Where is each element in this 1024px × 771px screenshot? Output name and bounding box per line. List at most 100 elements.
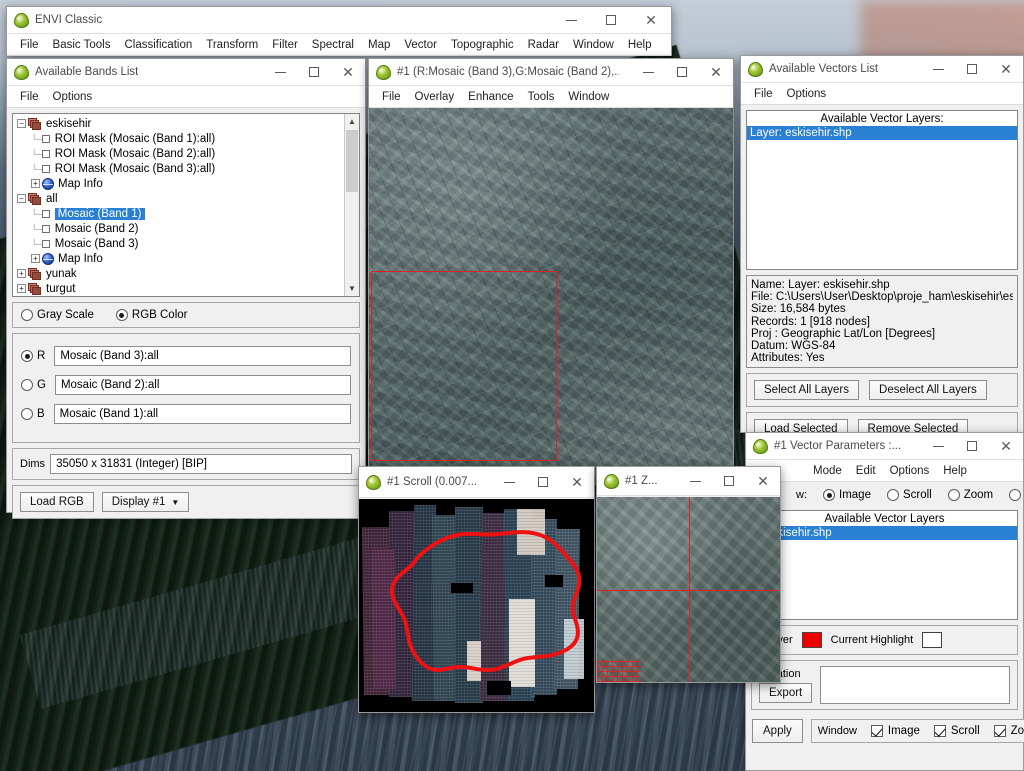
display-1-image-canvas[interactable] [369, 108, 733, 484]
display-menu-overlay[interactable]: Overlay [408, 89, 462, 105]
band-checkbox-icon[interactable] [41, 239, 50, 248]
minimize-button[interactable] [492, 467, 526, 497]
display-menu-enhance[interactable]: Enhance [461, 89, 520, 105]
maximize-button[interactable] [955, 56, 989, 82]
maximize-button[interactable] [712, 467, 746, 495]
bands-menu-options[interactable]: Options [46, 89, 100, 105]
close-button[interactable]: ✕ [699, 59, 733, 85]
load-rgb-button[interactable]: Load RGB [20, 492, 94, 512]
tree-item[interactable]: └─ Mosaic (Band 1) [13, 206, 359, 221]
scrollbar-thumb[interactable] [346, 130, 358, 192]
tree-item[interactable]: └─ ROI Mask (Mosaic (Band 2):all) [13, 146, 359, 161]
current-highlight-color-swatch[interactable] [922, 632, 943, 648]
vectors-menu-file[interactable]: File [747, 86, 780, 102]
menu-vector[interactable]: Vector [397, 37, 444, 53]
zoom-titlebar[interactable]: #1 Z... ✕ [597, 467, 780, 496]
tree-item[interactable]: + turgut [13, 281, 359, 296]
maximize-button[interactable] [297, 59, 331, 85]
maximize-button[interactable] [591, 7, 631, 33]
minimize-button[interactable] [263, 59, 297, 85]
select-all-layers-button[interactable]: Select All Layers [754, 380, 860, 401]
tree-item[interactable]: └─ ROI Mask (Mosaic (Band 3):all) [13, 161, 359, 176]
view-radio-off[interactable]: Off [1009, 489, 1024, 501]
channel-band-field-g[interactable]: Mosaic (Band 2):all [54, 375, 351, 395]
collapse-icon[interactable]: − [17, 119, 26, 128]
minimize-button[interactable] [551, 7, 591, 33]
band-checkbox-icon[interactable] [41, 134, 50, 143]
close-button[interactable]: ✕ [631, 7, 671, 33]
tree-item[interactable]: + Map Info [13, 251, 359, 266]
menu-transform[interactable]: Transform [199, 37, 265, 53]
band-checkbox-icon[interactable] [41, 224, 50, 233]
close-button[interactable]: ✕ [331, 59, 365, 85]
view-radio-zoom[interactable]: Zoom [947, 489, 993, 501]
view-radio-scroll[interactable]: Scroll [886, 489, 932, 501]
expand-icon[interactable]: + [31, 254, 40, 263]
vectors-titlebar[interactable]: Available Vectors List ✕ [741, 56, 1023, 83]
expand-icon[interactable]: + [17, 269, 26, 278]
close-button[interactable]: ✕ [560, 467, 594, 497]
display-menu-file[interactable]: File [375, 89, 408, 105]
window-check-zoom[interactable]: Zoom [993, 725, 1024, 737]
close-button[interactable]: ✕ [989, 433, 1023, 459]
maximize-button[interactable] [526, 467, 560, 497]
band-checkbox-icon[interactable] [41, 164, 50, 173]
tree-item[interactable]: └─ ROI Mask (Mosaic (Band 1):all) [13, 131, 359, 146]
minimize-button[interactable] [631, 59, 665, 85]
channel-band-field-b[interactable]: Mosaic (Band 1):all [53, 404, 351, 424]
display-select-dropdown[interactable]: Display #1 ▼ [101, 492, 190, 512]
collapse-icon[interactable]: − [17, 194, 26, 203]
apply-button[interactable]: Apply [752, 719, 803, 743]
tree-item[interactable]: − all [13, 191, 359, 206]
scroll-up-icon[interactable]: ▲ [345, 114, 359, 129]
zoom-region-box[interactable] [371, 271, 557, 461]
envi-main-titlebar[interactable]: ENVI Classic ✕ [7, 7, 671, 34]
vparams-menu-mode[interactable]: Mode [806, 463, 849, 479]
tree-item[interactable]: └─ Mosaic (Band 2) [13, 221, 359, 236]
expand-icon[interactable]: + [31, 179, 40, 188]
bands-menu-file[interactable]: File [13, 89, 46, 105]
window-check-scroll[interactable]: Scroll [933, 725, 980, 737]
minimize-button[interactable] [921, 56, 955, 82]
channel-radio-g[interactable]: G [21, 379, 46, 391]
vparams-menu-help[interactable]: Help [936, 463, 974, 479]
menu-topographic[interactable]: Topographic [444, 37, 521, 53]
menu-classification[interactable]: Classification [118, 37, 200, 53]
tree-item[interactable]: − eskisehir [13, 116, 359, 131]
tree-item[interactable]: + yunak [13, 266, 359, 281]
tree-item[interactable]: └─ Mosaic (Band 3) [13, 236, 359, 251]
vparams-menu-edit[interactable]: Edit [849, 463, 883, 479]
maximize-button[interactable] [665, 59, 699, 85]
gray-scale-radio[interactable]: Gray Scale [21, 309, 94, 321]
band-checkbox-icon[interactable] [41, 149, 50, 158]
scroll-thumbnail-canvas[interactable] [359, 499, 594, 712]
vp-layer-item[interactable]: r: eskisehir.shp [752, 526, 1017, 540]
menu-help[interactable]: Help [621, 37, 659, 53]
display-menu-tools[interactable]: Tools [521, 89, 562, 105]
vector-layers-listbox[interactable]: Available Vector Layers: Layer: eskisehi… [746, 110, 1018, 270]
view-radio-image[interactable]: Image [823, 489, 871, 501]
vparams-menu-options[interactable]: Options [883, 463, 937, 479]
rgb-color-radio[interactable]: RGB Color [115, 309, 188, 321]
close-button[interactable]: ✕ [746, 467, 780, 495]
vector-layer-item[interactable]: Layer: eskisehir.shp [747, 126, 1017, 140]
scroll-down-icon[interactable]: ▼ [345, 281, 359, 296]
export-button[interactable]: Export [759, 682, 813, 703]
zoom-canvas[interactable] [597, 497, 780, 682]
location-field[interactable] [820, 666, 1010, 704]
menu-map[interactable]: Map [361, 37, 397, 53]
menu-window[interactable]: Window [566, 37, 621, 53]
close-button[interactable]: ✕ [989, 56, 1023, 82]
deselect-all-layers-button[interactable]: Deselect All Layers [869, 380, 987, 401]
display-menu-window[interactable]: Window [561, 89, 616, 105]
maximize-button[interactable] [955, 433, 989, 459]
vectors-menu-options[interactable]: Options [780, 86, 834, 102]
channel-radio-r[interactable]: R [21, 350, 45, 362]
bands-tree-scrollbar[interactable]: ▲ ▼ [344, 114, 359, 296]
minimize-button[interactable] [921, 433, 955, 459]
scroll-titlebar[interactable]: #1 Scroll (0.007... ✕ [359, 467, 594, 498]
tree-item[interactable]: + Map Info [13, 176, 359, 191]
menu-filter[interactable]: Filter [265, 37, 305, 53]
channel-band-field-r[interactable]: Mosaic (Band 3):all [54, 346, 351, 366]
window-check-image[interactable]: Image [870, 725, 920, 737]
